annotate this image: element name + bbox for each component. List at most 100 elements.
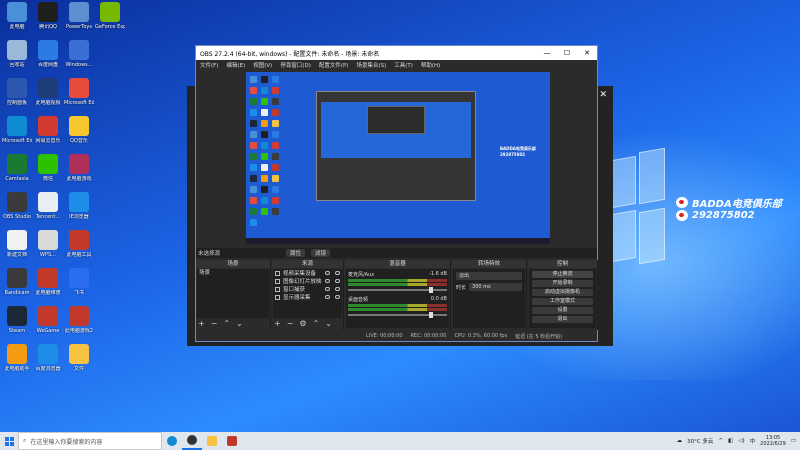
volume-slider[interactable] <box>348 312 447 318</box>
move-up-button[interactable]: ⌃ <box>313 319 320 328</box>
desktop-icon[interactable]: 此电脑 <box>2 2 32 30</box>
obs-taskbar-button[interactable] <box>182 432 202 450</box>
source-settings-button[interactable]: ⚙ <box>299 319 306 328</box>
remove-source-button[interactable]: − <box>287 319 294 328</box>
move-down-button[interactable]: ⌄ <box>236 319 243 328</box>
minimize-button[interactable]: — <box>537 49 557 57</box>
ime-icon[interactable]: 中 <box>750 437 756 445</box>
desktop-icon[interactable]: 新建文档 <box>2 230 32 258</box>
scene-item[interactable]: 场景 <box>197 269 269 277</box>
menu-edit[interactable]: 编辑(E) <box>226 61 245 69</box>
close-button[interactable]: ✕ <box>577 49 597 57</box>
lock-icon[interactable] <box>335 287 340 291</box>
desktop-icon[interactable]: 此电脑游戏2 <box>64 306 94 334</box>
add-source-button[interactable]: + <box>274 319 281 328</box>
eye-icon[interactable] <box>325 271 330 275</box>
weather-text[interactable]: 30°C 多云 <box>687 437 713 445</box>
lock-icon[interactable] <box>335 279 340 283</box>
weibo-icon <box>676 197 688 208</box>
desktop-icon[interactable]: OBS Studio <box>2 192 32 220</box>
edge-taskbar-button[interactable] <box>162 432 182 450</box>
lock-icon[interactable] <box>335 271 340 275</box>
desktop-icon[interactable]: GeForce Experience <box>95 2 125 30</box>
desktop-icon[interactable]: Microsoft Edge... <box>64 78 94 106</box>
move-down-button[interactable]: ⌄ <box>325 319 332 328</box>
menu-view[interactable]: 视图(V) <box>253 61 272 69</box>
maximize-button[interactable]: ☐ <box>557 49 577 57</box>
lock-icon[interactable] <box>335 295 340 299</box>
volume-slider[interactable] <box>348 287 447 293</box>
desktop-icon[interactable]: 此电脑维修 <box>33 268 63 296</box>
source-item[interactable]: 图像幻灯片放映 <box>273 277 342 285</box>
eye-icon[interactable] <box>325 295 330 299</box>
obs-preview[interactable]: BADDA电竞俱乐部 292875802 <box>246 72 550 244</box>
desktop-icon[interactable]: Microsoft Edge <box>2 116 32 144</box>
menu-profile[interactable]: 配置文件(P) <box>319 61 349 69</box>
eye-icon[interactable] <box>325 279 330 283</box>
transition-select[interactable]: 淡出 <box>456 272 522 280</box>
app-icon <box>69 230 89 250</box>
desktop-icon-label: 百度网盘 <box>37 62 58 68</box>
desktop-icon[interactable]: 腾讯QQ <box>33 2 63 30</box>
desktop-icon[interactable]: WPS... <box>33 230 63 258</box>
source-item[interactable]: 窗口捕获 <box>273 285 342 293</box>
desktop-icon[interactable]: QQ音乐 <box>64 116 94 144</box>
desktop-icon[interactable]: PowerToys <box>64 2 94 30</box>
desktop-icon[interactable]: Camtasia <box>2 154 32 182</box>
virtual-camera-button[interactable]: 启动虚拟摄像机 <box>532 289 593 296</box>
start-button[interactable] <box>0 432 18 450</box>
desktop-icon[interactable]: IE浏览器 <box>64 192 94 220</box>
properties-button[interactable]: 属性 <box>286 249 306 257</box>
desktop-icon[interactable]: Steam <box>2 306 32 334</box>
move-up-button[interactable]: ⌃ <box>223 319 230 328</box>
menu-docks[interactable]: 停靠窗口(D) <box>280 61 311 69</box>
duration-input[interactable]: 300 ms <box>469 283 522 291</box>
desktop-icon[interactable]: 文件 <box>64 344 94 372</box>
file-explorer-taskbar-button[interactable] <box>202 432 222 450</box>
app-taskbar-button[interactable] <box>222 432 242 450</box>
preview-desktop-icon <box>272 87 279 94</box>
desktop-icon[interactable]: 网易云音乐 <box>33 116 63 144</box>
clock[interactable]: 13:05 2022/6/29 <box>760 435 786 447</box>
settings-button[interactable]: 设置 <box>532 307 593 314</box>
desktop-icon[interactable]: WeGame <box>33 306 63 334</box>
desktop-icon[interactable]: 飞书 <box>64 268 94 296</box>
start-recording-button[interactable]: 开始录制 <box>532 280 593 287</box>
menu-help[interactable]: 帮助(H) <box>421 61 440 69</box>
desktop-icon[interactable]: 微信 <box>33 154 63 182</box>
notification-icon[interactable]: ▭ <box>791 438 796 444</box>
volume-icon[interactable]: ◁) <box>738 438 744 444</box>
desktop-icon[interactable]: 回收站 <box>2 40 32 68</box>
chevron-up-icon[interactable]: ^ <box>718 438 723 444</box>
network-icon[interactable]: ◧ <box>728 438 733 444</box>
desktop-icon[interactable]: Windows... <box>64 40 94 68</box>
desktop-icon[interactable]: Bandicam <box>2 268 32 296</box>
desktop-icon[interactable]: Tencent... <box>33 192 63 220</box>
exit-button[interactable]: 退出 <box>532 316 593 323</box>
desktop-icon[interactable]: 此电脑游戏 <box>64 154 94 182</box>
source-item[interactable]: 显示器采集 <box>273 293 342 301</box>
menu-file[interactable]: 文件(F) <box>200 61 218 69</box>
source-item[interactable]: 视频采集设备 <box>273 269 342 277</box>
desktop-icon[interactable]: 控制面板 <box>2 78 32 106</box>
app-icon <box>38 2 58 22</box>
desktop-icon[interactable]: 此电脑视频 <box>33 78 63 106</box>
preview-desktop-icon <box>261 197 268 204</box>
stop-streaming-button[interactable]: 停止推流 <box>532 271 593 278</box>
desktop-icon[interactable]: 百度浏览器 <box>33 344 63 372</box>
eye-icon[interactable] <box>325 287 330 291</box>
desktop-icon[interactable]: 此电脑助手 <box>2 344 32 372</box>
desktop-icon[interactable]: 此电脑工具 <box>64 230 94 258</box>
menu-tools[interactable]: 工具(T) <box>394 61 413 69</box>
filters-button[interactable]: 滤镜 <box>311 249 331 257</box>
search-box[interactable]: ⌕ 在这里输入你要搜索的内容 <box>18 432 162 450</box>
preview-desktop-icon <box>250 142 257 149</box>
remove-scene-button[interactable]: − <box>211 319 218 328</box>
menu-scene-collection[interactable]: 场景集合(S) <box>356 61 386 69</box>
transitions-header: 转场特效 <box>452 260 526 268</box>
close-icon[interactable]: ✕ <box>599 90 607 100</box>
weather-icon[interactable]: ☁ <box>677 438 683 444</box>
add-scene-button[interactable]: + <box>198 319 205 328</box>
studio-mode-button[interactable]: 工作室模式 <box>532 298 593 305</box>
desktop-icon[interactable]: 百度网盘 <box>33 40 63 68</box>
